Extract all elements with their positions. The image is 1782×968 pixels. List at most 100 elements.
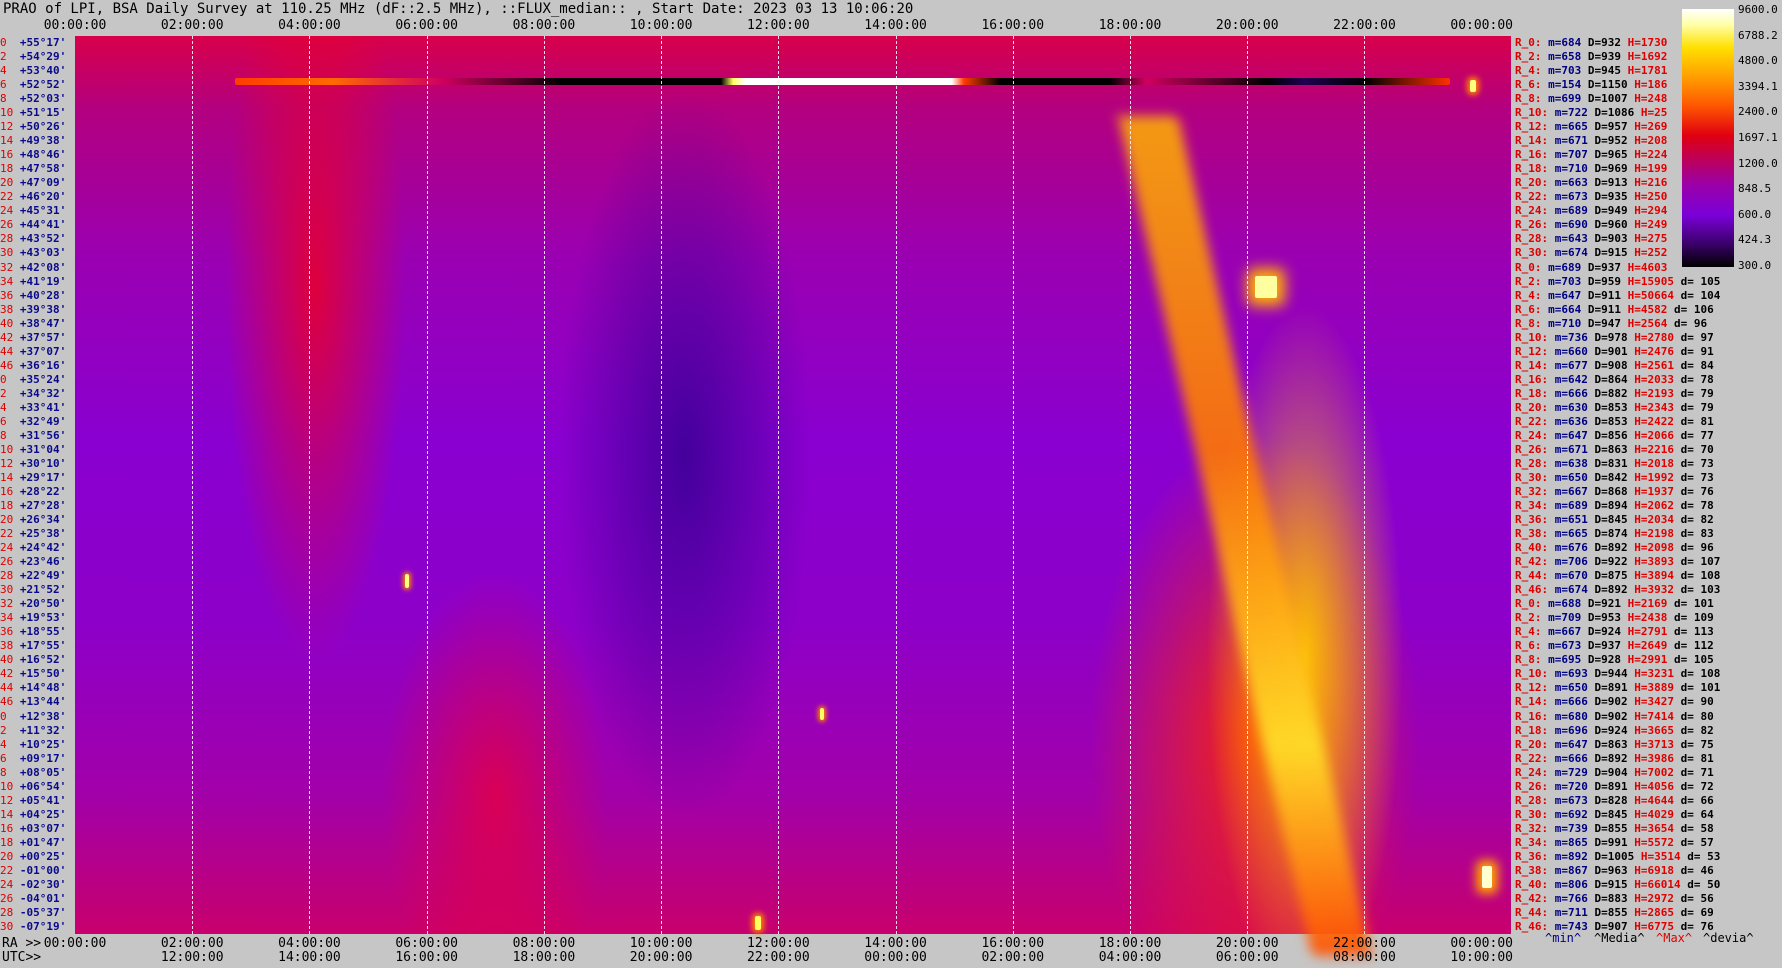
- stat-h: H=2062: [1634, 499, 1681, 513]
- row-stat: R_6: m=673 D=937 H=2649 d= 112: [1515, 639, 1720, 652]
- declination-value: +25°38': [19, 527, 67, 541]
- row-stat: R_4: m=703 D=945 H=1781: [1515, 64, 1674, 77]
- ra-tick-label: 16:00:00: [981, 936, 1045, 951]
- row-stat: R_22: m=673 D=935 H=250: [1515, 190, 1674, 203]
- row-index: 14: [0, 470, 20, 484]
- colorbar-tick: 424.3: [1738, 233, 1772, 247]
- declination-label: 22 -01°00': [0, 864, 66, 877]
- row-stat: R_32: m=667 D=868 H=1937 d= 76: [1515, 485, 1720, 498]
- stat-h: H=4582: [1627, 302, 1674, 316]
- stat-d: D=1005: [1594, 849, 1641, 863]
- stat-h: H=7414: [1634, 709, 1681, 723]
- row-stat: R_16: m=642 D=864 H=2033 d= 78: [1515, 373, 1720, 386]
- legend-devia: ^devia^: [1703, 931, 1754, 945]
- stat-d: D=1007: [1587, 92, 1635, 106]
- declination-value: +43°52': [19, 232, 67, 246]
- row-index: 28: [0, 232, 20, 246]
- declination-label: 32 +20°50': [0, 597, 66, 610]
- colorbar-tick: 1697.1: [1738, 131, 1778, 144]
- stat-d: D=855: [1594, 905, 1635, 919]
- row-stat: R_44: m=670 D=875 H=3894 d= 108: [1515, 569, 1727, 582]
- row-index: 46: [0, 358, 20, 372]
- row-stat: R_20: m=630 D=853 H=2343 d= 79: [1515, 401, 1720, 414]
- row-stat: R_44: m=711 D=855 H=2865 d= 69: [1515, 906, 1720, 919]
- stat-d: d= 101: [1680, 681, 1727, 695]
- stat-r: R_42:: [1515, 891, 1555, 905]
- stat-d: D=953: [1587, 611, 1628, 625]
- row-index: 0: [0, 709, 20, 723]
- stat-d: D=960: [1594, 218, 1635, 232]
- row-stat: R_18: m=696 D=924 H=3665 d= 82: [1515, 724, 1720, 737]
- row-stat: R_40: m=676 D=892 H=2098 d= 96: [1515, 541, 1720, 554]
- declination-label: 26 +44°41': [0, 218, 66, 231]
- stat-d: D=863: [1594, 442, 1635, 456]
- ra-tick-label: 22:00:00: [1333, 936, 1396, 951]
- row-stat: R_4: m=667 D=924 H=2791 d= 113: [1515, 625, 1720, 638]
- row-stat: R_8: m=699 D=1007 H=248: [1515, 92, 1674, 105]
- stat-r: R_2:: [1515, 50, 1549, 64]
- flux-heatmap[interactable]: [75, 36, 1511, 956]
- stat-d: d= 81: [1680, 751, 1721, 765]
- declination-value: +48°46': [19, 148, 67, 162]
- declination-value: +43°03': [19, 246, 67, 260]
- stat-m: m=892: [1554, 849, 1595, 863]
- stat-h: H=2991: [1627, 653, 1674, 667]
- declination-value: +31°04': [19, 442, 67, 456]
- declination-value: +31°56': [19, 428, 67, 442]
- declination-label: 12 +50°26': [0, 120, 66, 133]
- stat-d: D=842: [1594, 470, 1635, 484]
- stat-r: R_0:: [1515, 36, 1549, 49]
- stat-m: m=680: [1554, 709, 1595, 723]
- stat-h: H=2972: [1634, 891, 1681, 905]
- stat-r: R_8:: [1515, 92, 1549, 106]
- top-tick-label: 08:00:00: [512, 18, 576, 33]
- row-stat: R_12: m=660 D=901 H=2476 d= 91: [1515, 345, 1720, 358]
- plot-title: PRAO of LPI, BSA Daily Survey at 110.25 …: [3, 1, 914, 17]
- stat-h: H=3893: [1634, 555, 1681, 569]
- stat-r: R_14:: [1515, 695, 1555, 709]
- stat-d: d= 57: [1680, 835, 1721, 849]
- stat-r: R_30:: [1515, 807, 1555, 821]
- row-stat: R_28: m=673 D=828 H=4644 d= 66: [1515, 794, 1720, 807]
- stat-r: R_14:: [1515, 358, 1555, 372]
- row-index: 26: [0, 555, 20, 569]
- stat-h: H=2098: [1634, 541, 1681, 555]
- row-index: 28: [0, 569, 20, 583]
- stat-r: R_36:: [1515, 513, 1555, 527]
- stat-m: m=689: [1554, 499, 1595, 513]
- stat-r: R_30:: [1515, 246, 1555, 260]
- row-stat: R_6: m=664 D=911 H=4582 d= 106: [1515, 303, 1720, 316]
- stat-d: d= 105: [1680, 274, 1727, 288]
- stat-m: m=699: [1548, 92, 1588, 106]
- utc-tick-label: 14:00:00: [278, 950, 341, 965]
- stat-r: R_4:: [1515, 64, 1549, 78]
- legend-max: ^Max^: [1656, 931, 1693, 945]
- stat-d: d= 81: [1680, 414, 1721, 428]
- top-tick-label: 06:00:00: [395, 18, 458, 33]
- declination-value: +34°32': [19, 386, 67, 400]
- row-index: 34: [0, 611, 20, 625]
- declination-value: +15°50': [19, 667, 67, 681]
- declination-label: 14 +04°25': [0, 808, 66, 821]
- row-index: 22: [0, 863, 20, 877]
- stat-r: R_28:: [1515, 232, 1555, 246]
- stat-r: R_8:: [1515, 316, 1549, 330]
- declination-value: +52°52': [19, 78, 67, 92]
- utc-tick-label: 00:00:00: [864, 950, 927, 965]
- stat-d: d= 76: [1680, 919, 1721, 933]
- row-stat: R_24: m=689 D=949 H=294: [1515, 204, 1674, 217]
- row-index: 0: [0, 36, 20, 49]
- stat-d: D=875: [1594, 569, 1635, 583]
- stat-d: D=1150: [1587, 78, 1635, 92]
- stat-h: H=2561: [1634, 358, 1681, 372]
- declination-value: -01°00': [19, 863, 67, 877]
- declination-value: +28°22': [19, 485, 67, 498]
- stat-m: m=658: [1548, 50, 1588, 64]
- row-index: 4: [0, 737, 20, 751]
- stat-d: d= 104: [1680, 288, 1727, 302]
- stat-h: H=2066: [1634, 428, 1681, 442]
- row-index: 26: [0, 891, 20, 905]
- row-stat: R_14: m=671 D=952 H=208: [1515, 134, 1674, 147]
- stat-m: m=664: [1548, 302, 1588, 316]
- stat-m: m=643: [1554, 232, 1595, 246]
